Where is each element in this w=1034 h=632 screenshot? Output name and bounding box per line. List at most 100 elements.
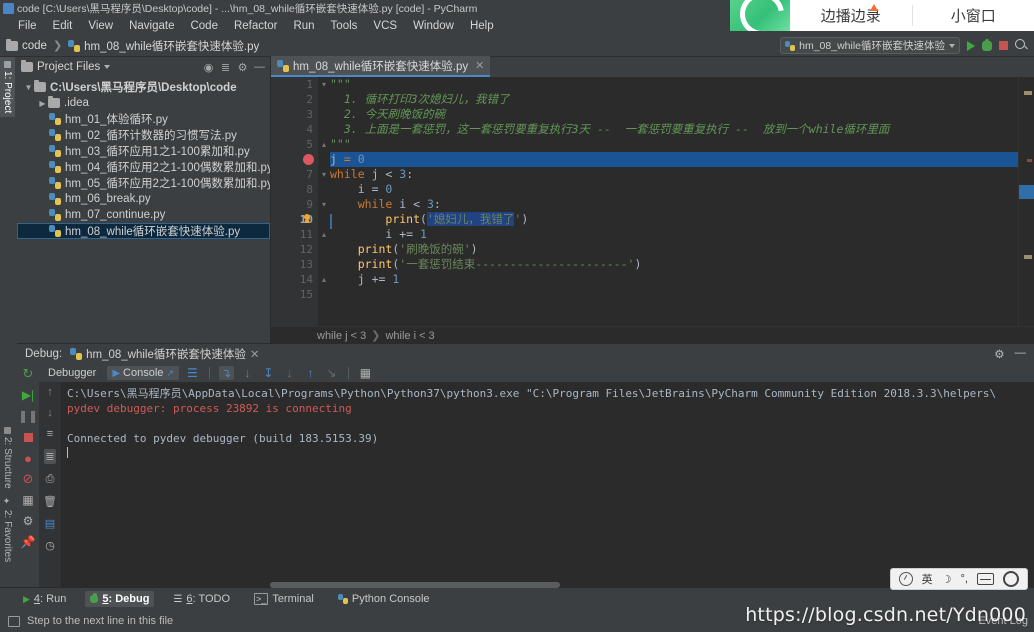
settings-gear-icon[interactable]: ⚙ xyxy=(21,514,35,528)
mute-breakpoints-icon[interactable]: ⊘ xyxy=(21,471,35,486)
menu-vcs[interactable]: VCS xyxy=(365,19,405,33)
breakpoint-icon[interactable] xyxy=(303,154,314,165)
sidebar-tab-project[interactable]: 1: Project xyxy=(0,57,15,118)
stop-button[interactable] xyxy=(999,41,1008,50)
layout-icon[interactable]: ▦ xyxy=(21,493,35,507)
breadcrumb-project[interactable]: code xyxy=(22,40,47,52)
pause-program-icon[interactable]: ❚❚ xyxy=(18,409,38,423)
console-output[interactable]: C:\Users\黑马程序员\AppData\Local\Programs\Py… xyxy=(61,382,1034,588)
stop-icon[interactable] xyxy=(21,430,35,444)
scroll-to-end-icon[interactable]: ≣ xyxy=(44,449,56,464)
breadcrumb-segment-1[interactable]: while j < 3 xyxy=(317,330,366,342)
terminal-icon[interactable]: ▤ xyxy=(45,517,55,530)
debug-button[interactable] xyxy=(982,38,992,51)
menu-navigate[interactable]: Navigate xyxy=(121,19,182,33)
recorder-option-mini-window[interactable]: 小窗口 xyxy=(911,5,1034,26)
breadcrumb-segment-2[interactable]: while i < 3 xyxy=(385,330,434,342)
horizontal-scrollbar[interactable] xyxy=(270,582,560,588)
trash-icon[interactable]: 🗑 xyxy=(43,495,57,508)
chevron-down-icon[interactable] xyxy=(104,65,111,69)
list-item[interactable]: hm_06_break.py xyxy=(17,191,270,207)
bottom-tab-debug[interactable]: 5: Debug xyxy=(85,591,155,607)
chevron-down-icon[interactable]: ▼ xyxy=(23,83,34,92)
sidebar-tab-favorites[interactable]: ✦ 2: Favorites xyxy=(0,493,15,566)
resume-program-icon[interactable]: ▶| xyxy=(21,388,35,402)
fold-marker[interactable]: ▾ xyxy=(318,77,330,92)
keyboard-icon[interactable] xyxy=(977,573,994,585)
fold-marker[interactable]: ▴ xyxy=(318,137,330,152)
step-out-icon[interactable]: ↓ xyxy=(282,366,297,380)
fold-marker[interactable]: ▾ xyxy=(318,197,330,212)
list-item[interactable]: hm_03_循环应用1之1-100累加和.py xyxy=(17,143,270,159)
pin-icon[interactable]: 📌 xyxy=(21,535,36,549)
scrollbar-mark[interactable] xyxy=(1024,91,1032,95)
bottom-tab-python-console[interactable]: Python Console xyxy=(333,591,435,607)
scrollbar-mark-error[interactable] xyxy=(1027,159,1032,162)
menu-help[interactable]: Help xyxy=(462,19,502,33)
fold-marker[interactable]: ▴ xyxy=(318,272,330,287)
sidebar-tab-structure[interactable]: 2: Structure xyxy=(0,423,15,493)
code-viewport[interactable]: 1 2 3 4 5 6 7 8 9 10 11 12 13 14 15 xyxy=(271,77,1034,326)
ime-punctuation-icon[interactable]: °, xyxy=(961,573,968,585)
menu-edit[interactable]: Edit xyxy=(45,19,81,33)
menu-code[interactable]: Code xyxy=(182,19,226,33)
evaluate-expression-icon[interactable]: ▦ xyxy=(358,366,373,380)
code-folding-column[interactable]: ▾ ▴ ▾ ▾ ▴ ▴ xyxy=(318,77,330,326)
menu-file[interactable]: File xyxy=(10,19,45,33)
scrollbar-mark[interactable] xyxy=(1024,255,1032,259)
tab-debugger[interactable]: Debugger xyxy=(43,366,101,380)
collapse-all-icon[interactable]: ≣ xyxy=(219,61,232,74)
ime-language-label[interactable]: 英 xyxy=(922,571,933,587)
project-panel-title[interactable]: Project Files xyxy=(37,61,100,73)
run-configuration-selector[interactable]: hm_08_while循环嵌套快速体验 xyxy=(780,37,960,54)
locate-icon[interactable]: ◉ xyxy=(202,61,215,74)
debug-session-tab[interactable]: hm_08_while循环嵌套快速体验 ✕ xyxy=(70,346,260,362)
list-item-selected[interactable]: hm_08_while循环嵌套快速体验.py xyxy=(17,223,270,239)
list-item[interactable]: hm_07_continue.py xyxy=(17,207,270,223)
gear-icon[interactable]: ⚙ xyxy=(236,61,249,74)
tab-console[interactable]: ▶ Console ↗ xyxy=(107,366,179,380)
menu-run[interactable]: Run xyxy=(285,19,322,33)
hide-icon[interactable]: — xyxy=(1015,347,1027,361)
history-icon[interactable]: ◷ xyxy=(45,539,55,552)
step-over-icon[interactable]: ↴ xyxy=(218,366,234,380)
menu-tools[interactable]: Tools xyxy=(323,19,366,33)
recorder-option-record[interactable]: 边播边录 xyxy=(790,4,912,26)
step-up-icon[interactable]: ↑ xyxy=(303,366,318,380)
force-step-into-icon[interactable]: ↧ xyxy=(261,366,276,380)
gear-icon[interactable] xyxy=(1003,571,1019,587)
menu-window[interactable]: Window xyxy=(405,19,462,33)
run-button[interactable] xyxy=(967,40,975,51)
run-to-cursor-icon[interactable]: ↘ xyxy=(324,366,339,380)
soft-wrap-lines-icon[interactable]: ≡ xyxy=(47,428,53,440)
bottom-tab-todo[interactable]: ☰ 6: TODO xyxy=(168,591,235,607)
ime-moon-icon[interactable]: ☽ xyxy=(942,573,952,586)
close-icon[interactable]: ✕ xyxy=(475,59,484,72)
list-item[interactable]: hm_01_体验循环.py xyxy=(17,111,270,127)
fold-marker[interactable]: ▴ xyxy=(318,227,330,242)
gear-icon[interactable]: ⚙ xyxy=(994,347,1004,361)
scrollbar-thumb[interactable] xyxy=(1019,185,1034,199)
list-item[interactable]: hm_04_循环应用2之1-100偶数累加和.py xyxy=(17,159,270,175)
scroll-down-icon[interactable]: ↓ xyxy=(47,407,53,419)
breadcrumb-file[interactable]: hm_08_while循环嵌套快速体验.py xyxy=(84,38,259,54)
menu-view[interactable]: View xyxy=(80,19,121,33)
list-item[interactable]: hm_02_循环计数器的习惯写法.py xyxy=(17,127,270,143)
editor-tab[interactable]: hm_08_while循环嵌套快速体验.py ✕ xyxy=(271,56,491,77)
rerun-icon[interactable]: ↻ xyxy=(21,366,35,381)
close-icon[interactable]: ✕ xyxy=(250,347,260,361)
fold-marker[interactable]: ▾ xyxy=(318,167,330,182)
bottom-tab-run[interactable]: ▶ 4: Run xyxy=(18,591,71,607)
ime-logo-icon[interactable] xyxy=(898,572,913,586)
print-icon[interactable]: ⎙ xyxy=(46,473,55,486)
menu-refactor[interactable]: Refactor xyxy=(226,19,285,33)
intention-bulb-icon[interactable] xyxy=(302,214,312,225)
project-tree[interactable]: ▼ C:\Users\黑马程序员\Desktop\code ▶ .idea hm… xyxy=(17,77,270,344)
soft-wrap-icon[interactable]: ☰ xyxy=(185,366,200,380)
scroll-up-icon[interactable]: ↑ xyxy=(47,386,53,398)
editor-scrollbar[interactable] xyxy=(1018,77,1034,326)
view-breakpoints-icon[interactable]: ● xyxy=(21,451,35,466)
detach-icon[interactable]: ↗ xyxy=(166,368,174,379)
search-everywhere-icon[interactable] xyxy=(1015,39,1028,52)
hide-icon[interactable]: — xyxy=(253,61,266,74)
